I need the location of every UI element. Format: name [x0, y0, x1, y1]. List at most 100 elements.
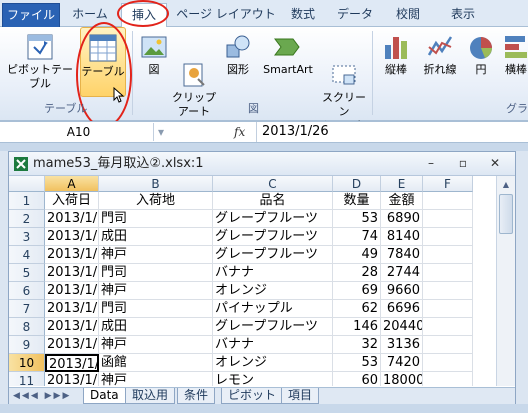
table-cell[interactable]: 2013/1/2	[45, 264, 99, 282]
table-cell[interactable]	[423, 282, 473, 300]
table-cell[interactable]: 53	[333, 354, 381, 372]
pivot-table-button[interactable]: ピボットテーブル	[4, 33, 76, 91]
table-cell[interactable]: 2013/1/9	[45, 372, 99, 386]
header-cell[interactable]: 金額	[381, 192, 423, 210]
column-chart-button[interactable]: 縦棒	[378, 33, 414, 77]
table-cell[interactable]: 門司	[99, 264, 213, 282]
column-header[interactable]: B	[99, 176, 213, 192]
table-cell[interactable]: 3136	[381, 336, 423, 354]
table-cell[interactable]: レモン	[213, 372, 333, 386]
column-header[interactable]: C	[213, 176, 333, 192]
row-header[interactable]: 6	[9, 282, 45, 300]
row-header[interactable]: 1	[9, 192, 45, 210]
table-cell[interactable]: オレンジ	[213, 282, 333, 300]
table-cell[interactable]: 門司	[99, 300, 213, 318]
table-cell[interactable]: 60	[333, 372, 381, 386]
tab-view[interactable]: 表示	[440, 3, 486, 27]
table-cell[interactable]: 32	[333, 336, 381, 354]
table-cell[interactable]: 20440	[381, 318, 423, 336]
table-cell[interactable]	[423, 210, 473, 228]
sheet-tab-import[interactable]: 取込用	[125, 388, 176, 404]
table-cell[interactable]	[423, 228, 473, 246]
select-all-corner[interactable]	[9, 176, 45, 192]
column-header[interactable]: E	[381, 176, 423, 192]
formula-input[interactable]: 2013/1/26	[262, 123, 512, 141]
sheet-tab-pivot[interactable]: ピボット	[221, 388, 284, 404]
table-cell[interactable]	[423, 300, 473, 318]
name-box-dropdown-icon[interactable]: ▾	[158, 123, 164, 141]
sheet-nav-arrows-icon[interactable]: ◀◀◀ ▶▶▶	[13, 389, 79, 403]
table-cell[interactable]	[423, 336, 473, 354]
tab-review[interactable]: 校閲	[384, 3, 432, 27]
table-cell[interactable]: オレンジ	[213, 354, 333, 372]
sheet-tab-items[interactable]: 項目	[281, 388, 320, 404]
table-cell[interactable]: 49	[333, 246, 381, 264]
scroll-up-icon[interactable]: ▲	[499, 178, 513, 192]
table-cell[interactable]: パイナップル	[213, 300, 333, 318]
table-cell[interactable]: 神戸	[99, 246, 213, 264]
header-cell[interactable]: 入荷日	[45, 192, 99, 210]
table-cell[interactable]: 7420	[381, 354, 423, 372]
table-cell[interactable]: 28	[333, 264, 381, 282]
header-cell[interactable]	[423, 192, 473, 210]
tab-file[interactable]: ファイル	[2, 3, 60, 28]
table-cell[interactable]: 8140	[381, 228, 423, 246]
table-cell[interactable]: 53	[333, 210, 381, 228]
table-cell[interactable]: 18000	[381, 372, 423, 386]
table-cell[interactable]: 146	[333, 318, 381, 336]
table-cell[interactable]: 門司	[99, 210, 213, 228]
close-icon[interactable]: ✕	[487, 156, 503, 172]
table-cell[interactable]: 2744	[381, 264, 423, 282]
row-header[interactable]: 8	[9, 318, 45, 336]
table-cell[interactable]: 6890	[381, 210, 423, 228]
table-cell[interactable]: 62	[333, 300, 381, 318]
table-cell[interactable]: 成田	[99, 228, 213, 246]
table-cell[interactable]: 9660	[381, 282, 423, 300]
vertical-scrollbar[interactable]: ▲	[496, 176, 515, 386]
name-box[interactable]: A10	[4, 123, 154, 141]
table-cell[interactable]: 2013/1/27	[45, 210, 99, 228]
table-cell[interactable]: 函館	[99, 354, 213, 372]
restore-icon[interactable]: ▫	[455, 156, 471, 172]
table-cell[interactable]: 神戸	[99, 372, 213, 386]
row-header[interactable]: 5	[9, 264, 45, 282]
table-cell[interactable]: 2013/1/14	[45, 336, 99, 354]
table-cell[interactable]: 2013/1/29	[45, 282, 99, 300]
table-cell[interactable]: グレープフルーツ	[213, 210, 333, 228]
header-cell[interactable]: 品名	[213, 192, 333, 210]
table-cell[interactable]: 7840	[381, 246, 423, 264]
table-cell[interactable]: 2013/1/31	[45, 318, 99, 336]
table-cell[interactable]: バナナ	[213, 336, 333, 354]
table-cell[interactable]	[423, 354, 473, 372]
picture-button[interactable]: 図	[138, 33, 170, 77]
table-cell[interactable]	[423, 318, 473, 336]
clipart-button[interactable]: クリップ アート	[172, 33, 216, 133]
table-cell[interactable]	[423, 372, 473, 386]
table-cell[interactable]: グレープフルーツ	[213, 246, 333, 264]
table-cell[interactable]: 6696	[381, 300, 423, 318]
row-header[interactable]: 9	[9, 336, 45, 354]
pie-chart-button[interactable]: 円	[466, 33, 496, 77]
table-cell[interactable]: グレープフルーツ	[213, 318, 333, 336]
header-cell[interactable]: 数量	[333, 192, 381, 210]
shapes-button[interactable]: 図形	[220, 33, 256, 77]
row-header[interactable]: 4	[9, 246, 45, 264]
table-cell[interactable]: 神戸	[99, 282, 213, 300]
smartart-button[interactable]: SmartArt	[258, 33, 318, 77]
minimize-icon[interactable]: –	[423, 156, 439, 172]
table-cell[interactable]: 74	[333, 228, 381, 246]
active-cell[interactable]: 2013/1/26	[45, 354, 99, 372]
table-cell[interactable]: 69	[333, 282, 381, 300]
column-header[interactable]: D	[333, 176, 381, 192]
row-header[interactable]: 11	[9, 372, 45, 386]
line-chart-button[interactable]: 折れ線	[418, 33, 462, 77]
insert-function-icon[interactable]: fx	[234, 123, 252, 141]
tab-formulas[interactable]: 数式	[282, 3, 324, 27]
row-header[interactable]: 3	[9, 228, 45, 246]
row-header[interactable]: 7	[9, 300, 45, 318]
table-cell[interactable]: 2013/1/7	[45, 228, 99, 246]
tab-page-layout[interactable]: ページ レイアウト	[174, 3, 278, 27]
row-header[interactable]: 10	[9, 354, 45, 372]
table-cell[interactable]	[423, 246, 473, 264]
table-cell[interactable]: 成田	[99, 318, 213, 336]
